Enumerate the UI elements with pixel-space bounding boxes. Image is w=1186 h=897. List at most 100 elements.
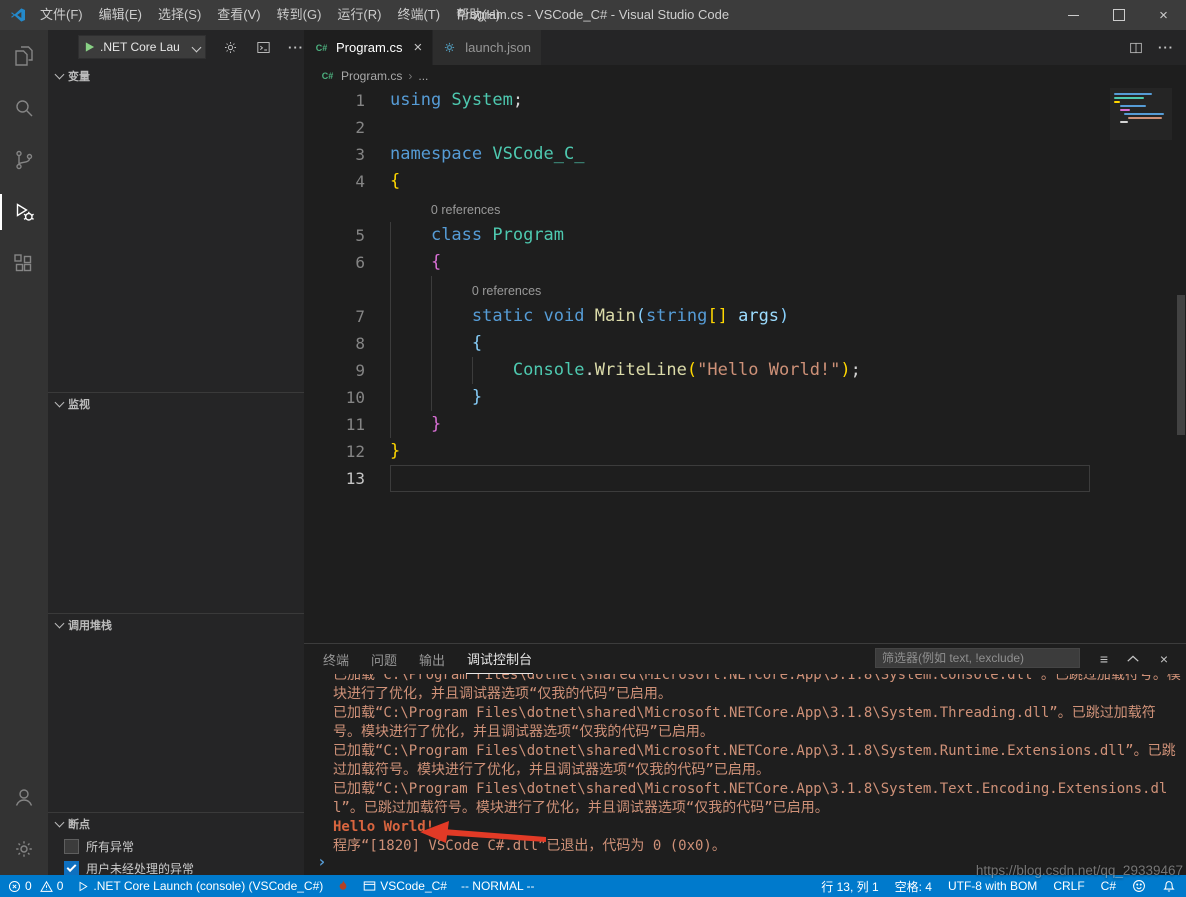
section-call-stack[interactable]: 调用堆栈 (48, 613, 304, 636)
line-number[interactable]: 10 (304, 384, 365, 411)
code-line-10[interactable]: 10 } (304, 384, 1186, 411)
debug-toolbar: .NET Core Lau ··· (48, 30, 304, 64)
code-editor[interactable]: 1using System;23namespace VSCode_C_4{0 r… (304, 87, 1186, 643)
menu-item-1[interactable]: 编辑(E) (91, 0, 150, 30)
menu-item-4[interactable]: 转到(G) (269, 0, 330, 30)
debug-sidebar: .NET Core Lau ··· 变量 监视 调用堆栈 断点 所有异常 (48, 30, 304, 875)
line-number[interactable]: 11 (304, 411, 365, 438)
line-number[interactable]: 12 (304, 438, 365, 465)
more-actions-icon[interactable]: ··· (1158, 40, 1174, 55)
maximize-button[interactable] (1096, 0, 1141, 30)
checkbox-checked-icon[interactable] (64, 861, 79, 876)
maximize-panel-icon[interactable] (1126, 653, 1140, 665)
section-watch[interactable]: 监视 (48, 392, 304, 415)
panel-tab-2[interactable]: 输出 (418, 645, 446, 674)
menu-item-2[interactable]: 选择(S) (150, 0, 209, 30)
split-editor-icon[interactable] (1128, 40, 1144, 56)
section-label: 变量 (68, 68, 90, 84)
line-number[interactable]: 1 (304, 87, 365, 114)
section-breakpoints[interactable]: 断点 (48, 812, 304, 835)
minimize-button[interactable] (1051, 0, 1096, 30)
debug-console-prompt[interactable]: › (317, 852, 327, 871)
activity-extensions[interactable] (0, 238, 48, 290)
warning-count: 0 (57, 879, 64, 893)
close-button[interactable]: × (1141, 0, 1186, 30)
vim-mode-indicator[interactable]: -- NORMAL -- (461, 879, 535, 893)
menu-item-0[interactable]: 文件(F) (32, 0, 91, 30)
close-tab-icon[interactable]: × (413, 39, 422, 56)
checkbox-unchecked-icon[interactable] (64, 839, 79, 854)
codelens-references[interactable]: 0 references (304, 276, 1186, 303)
activity-run-debug[interactable] (0, 186, 48, 238)
feedback-smiley-icon[interactable] (1132, 879, 1146, 893)
close-panel-icon[interactable]: × (1160, 651, 1168, 667)
problems-button[interactable]: 0 0 (8, 879, 63, 893)
line-number[interactable]: 9 (304, 357, 365, 384)
activity-settings[interactable] (0, 823, 48, 875)
language-mode-button[interactable]: C# (1101, 879, 1116, 893)
activity-search[interactable] (0, 82, 48, 134)
code-line-3[interactable]: 3namespace VSCode_C_ (304, 141, 1186, 168)
cursor-position-button[interactable]: 行 13, 列 1 (821, 878, 878, 895)
debug-target-button[interactable]: .NET Core Launch (console) (VSCode_C#) (77, 879, 323, 893)
menu-item-3[interactable]: 查看(V) (209, 0, 268, 30)
tab-program-cs[interactable]: C# Program.cs × (304, 30, 433, 65)
clear-console-icon[interactable]: ≡ (1100, 651, 1108, 667)
console-line: 已加载“C:\Program Files\dotnet\shared\Micro… (333, 780, 1182, 818)
editor-tab-bar: C# Program.cs × launch.json ··· (304, 30, 1186, 65)
line-number[interactable]: 13 (304, 465, 365, 492)
eol-button[interactable]: CRLF (1053, 879, 1084, 893)
notifications-bell-icon[interactable] (1162, 879, 1176, 893)
code-line-9[interactable]: 9 Console.WriteLine("Hello World!"); (304, 357, 1186, 384)
line-number[interactable]: 8 (304, 330, 365, 357)
tab-label: launch.json (465, 40, 531, 55)
menu-item-5[interactable]: 运行(R) (329, 0, 389, 30)
flame-icon-button[interactable] (337, 879, 349, 893)
tab-launch-json[interactable]: launch.json (433, 30, 542, 65)
more-actions-icon[interactable]: ··· (288, 40, 304, 55)
configure-gear-icon[interactable] (222, 39, 239, 56)
encoding-button[interactable]: UTF-8 with BOM (948, 879, 1037, 893)
panel-tab-0[interactable]: 终端 (322, 645, 350, 674)
code-line-5[interactable]: 5 class Program (304, 222, 1186, 249)
code-line-13[interactable]: 13 (304, 465, 1186, 492)
section-variables[interactable]: 变量 (48, 65, 304, 87)
start-debug-icon[interactable] (84, 41, 95, 53)
breadcrumb[interactable]: C# Program.cs › ... (304, 65, 1186, 87)
console-filter-input[interactable] (875, 648, 1080, 668)
status-bar: 0 0 .NET Core Launch (console) (VSCode_C… (0, 875, 1186, 897)
line-number[interactable]: 4 (304, 168, 365, 195)
debug-console-icon[interactable] (255, 39, 272, 56)
code-line-7[interactable]: 7 static void Main(string[] args) (304, 303, 1186, 330)
project-button[interactable]: VSCode_C# (363, 879, 447, 893)
section-label: 断点 (68, 816, 90, 832)
scrollbar-thumb[interactable] (1177, 295, 1185, 435)
line-number[interactable]: 6 (304, 249, 365, 276)
panel-tab-1[interactable]: 问题 (370, 645, 398, 674)
code-line-8[interactable]: 8 { (304, 330, 1186, 357)
breakpoint-all-exceptions[interactable]: 所有异常 (48, 836, 304, 856)
line-number[interactable]: 3 (304, 141, 365, 168)
code-line-6[interactable]: 6 { (304, 249, 1186, 276)
code-line-1[interactable]: 1using System; (304, 87, 1186, 114)
line-number[interactable]: 7 (304, 303, 365, 330)
launch-config-select[interactable]: .NET Core Lau (78, 35, 206, 59)
line-number[interactable]: 2 (304, 114, 365, 141)
code-line-11[interactable]: 11 } (304, 411, 1186, 438)
line-number[interactable]: 5 (304, 222, 365, 249)
code-line-2[interactable]: 2 (304, 114, 1186, 141)
breadcrumb-more[interactable]: ... (418, 69, 428, 83)
activity-account[interactable] (0, 771, 48, 823)
debug-console[interactable]: 已加载“C:\Program Files\dotnet\shared\Micro… (333, 674, 1182, 853)
minimap[interactable] (1110, 88, 1172, 140)
code-line-12[interactable]: 12} (304, 438, 1186, 465)
activity-source-control[interactable] (0, 134, 48, 186)
activity-explorer[interactable] (0, 30, 48, 82)
breadcrumb-file[interactable]: Program.cs (341, 69, 402, 83)
panel-tab-3[interactable]: 调试控制台 (466, 644, 533, 674)
codelens-references[interactable]: 0 references (304, 195, 1186, 222)
menu-item-6[interactable]: 终端(T) (389, 0, 448, 30)
indentation-button[interactable]: 空格: 4 (895, 878, 932, 895)
project-label: VSCode_C# (380, 879, 447, 893)
code-line-4[interactable]: 4{ (304, 168, 1186, 195)
